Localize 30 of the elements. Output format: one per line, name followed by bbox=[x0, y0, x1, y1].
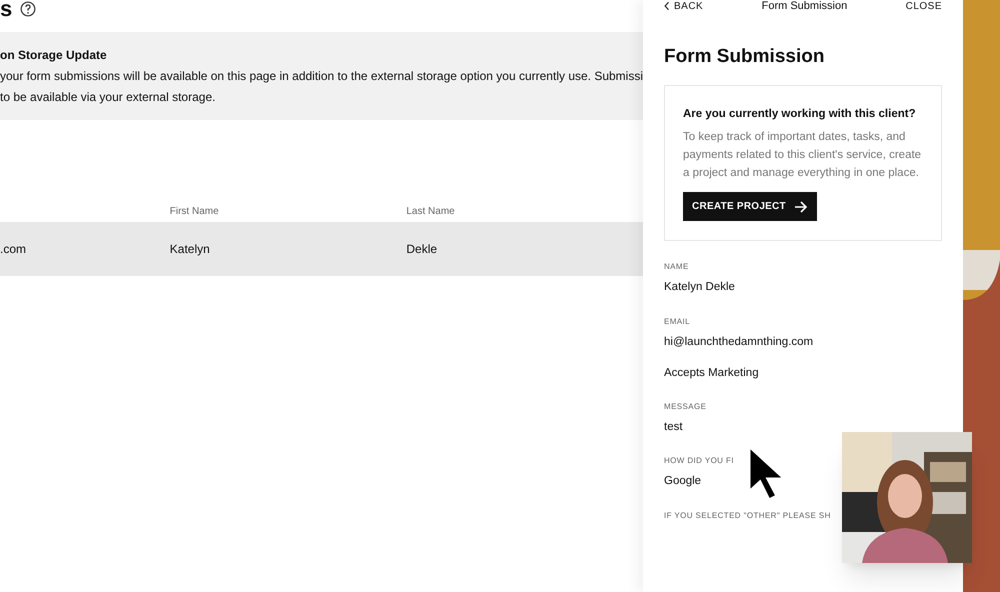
prompt-title: Are you currently working with this client? bbox=[683, 107, 916, 122]
field-value: Google bbox=[664, 474, 702, 490]
panel-title: Form Submission bbox=[664, 47, 826, 66]
table-cell: Dekle bbox=[406, 242, 438, 256]
field-label: MESSAGE bbox=[664, 401, 708, 413]
field-label: EMAIL bbox=[664, 316, 692, 328]
field-value: test bbox=[664, 420, 684, 435]
field-label: NAME bbox=[664, 261, 690, 274]
field-value: Katelyn Dekle bbox=[664, 280, 736, 296]
chevron-left-icon bbox=[664, 1, 670, 11]
page-title: s bbox=[0, 0, 12, 20]
field-value: hi@launchthedamnthing.com bbox=[664, 334, 814, 350]
close-button[interactable]: CLOSE bbox=[906, 0, 942, 14]
banner-text: to be available via your external storage. bbox=[0, 89, 216, 106]
field-label: IF YOU SELECTED "OTHER" PLEASE SH bbox=[664, 510, 832, 522]
back-button[interactable]: BACK bbox=[664, 0, 704, 14]
field-label: HOW DID YOU FI bbox=[664, 455, 735, 468]
banner-text: your form submissions will be available on this page in addition to the external storage option you currently use. Submissi bbox=[0, 68, 643, 85]
table-cell: Katelyn bbox=[170, 242, 210, 256]
table-cell: .com bbox=[0, 242, 26, 256]
table-row[interactable]: .com Katelyn Dekle bbox=[0, 222, 643, 276]
prompt-text: To keep track of important dates, tasks, and payments related to this client's service, create a project and manage everything in one place. bbox=[683, 130, 922, 182]
banner-title: on Storage Update bbox=[0, 47, 108, 64]
panel-header-title: Form Submission bbox=[762, 0, 848, 14]
column-header: Last Name bbox=[406, 206, 455, 217]
arrow-right-icon bbox=[794, 200, 808, 213]
help-icon[interactable] bbox=[20, 1, 36, 17]
column-header: First Name bbox=[170, 206, 219, 217]
field-note: Accepts Marketing bbox=[664, 366, 760, 381]
create-project-button[interactable]: CREATE PROJECT bbox=[683, 192, 817, 222]
